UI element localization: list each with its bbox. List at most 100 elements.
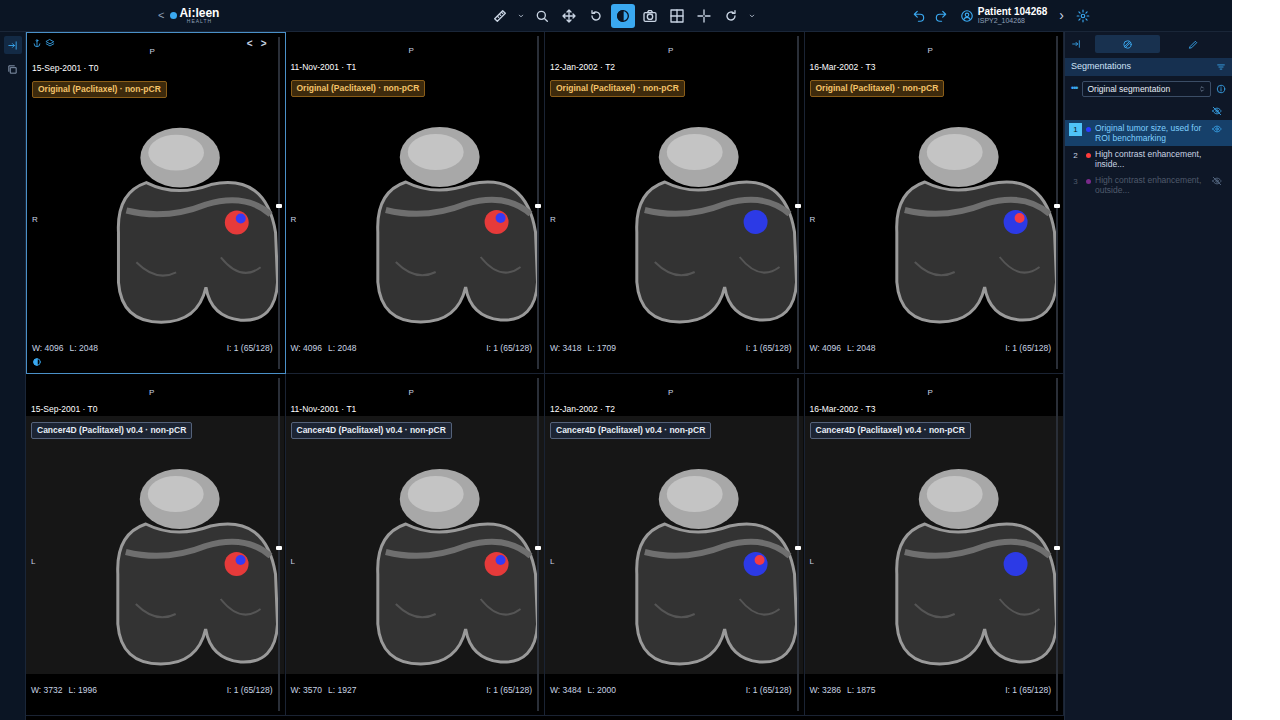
viewport-date: 12-Jan-2002 · T2 xyxy=(550,62,615,72)
segmentation-region xyxy=(495,213,505,223)
layers-icon[interactable] xyxy=(45,38,55,48)
tumor-segmentation xyxy=(225,210,249,234)
slice-handle[interactable] xyxy=(795,546,801,550)
viewport[interactable]: P15-Sep-2001 · T0Cancer4D (Paclitaxel) v… xyxy=(26,374,286,716)
viewer-app: <Ai:leenHEALTHPatient 104268ISPY2_104268… xyxy=(0,0,1232,720)
segmentation-dropdown[interactable]: Original segmentation xyxy=(1082,81,1211,97)
slice-scrollbar[interactable] xyxy=(278,378,280,711)
left-rail xyxy=(0,32,26,720)
orientation-side: L xyxy=(810,556,814,568)
slice-handle[interactable] xyxy=(276,204,282,208)
tool-button[interactable] xyxy=(488,4,512,28)
hide-all-eye-off-icon[interactable] xyxy=(1212,106,1222,116)
tool-button[interactable] xyxy=(719,4,743,28)
tool-button[interactable] xyxy=(557,4,581,28)
viewport[interactable]: <>P15-Sep-2001 · T0Original (Paclitaxel)… xyxy=(26,32,286,374)
tool-button[interactable] xyxy=(515,4,527,28)
tool-button[interactable] xyxy=(584,4,608,28)
window-level: L: 2000 xyxy=(588,684,616,697)
rail-button[interactable] xyxy=(4,60,22,78)
window-level: L: 2048 xyxy=(70,342,98,355)
slice-scrollbar[interactable] xyxy=(797,36,799,369)
viewport-date: 15-Sep-2001 · T0 xyxy=(31,404,97,414)
segmentation-region xyxy=(225,552,249,576)
segment-number: 3 xyxy=(1069,175,1082,188)
viewport[interactable]: P12-Jan-2002 · T2Cancer4D (Paclitaxel) v… xyxy=(545,374,805,716)
segment-color-dot xyxy=(1086,179,1091,184)
slice-handle[interactable] xyxy=(1054,204,1060,208)
tool-button[interactable] xyxy=(746,4,758,28)
slice-scrollbar[interactable] xyxy=(1056,36,1058,369)
segmentations-header: Segmentations xyxy=(1065,58,1232,76)
undo-button[interactable] xyxy=(912,9,926,23)
slice-scrollbar[interactable] xyxy=(1056,378,1058,711)
viewport[interactable]: P16-Mar-2002 · T3Cancer4D (Paclitaxel) v… xyxy=(805,374,1065,716)
nav-button[interactable]: > xyxy=(261,36,267,51)
crosshair-icon xyxy=(696,8,712,24)
tool-button[interactable] xyxy=(692,4,716,28)
info-icon[interactable] xyxy=(1216,84,1226,94)
section-title: Segmentations xyxy=(1071,60,1131,74)
segment-row[interactable]: 1Original tumor size, used for ROI bench… xyxy=(1065,120,1232,146)
slice-scrollbar[interactable] xyxy=(278,37,280,369)
panel-tab[interactable] xyxy=(1095,35,1160,53)
viewport[interactable]: P12-Jan-2002 · T2Original (Paclitaxel) ·… xyxy=(545,32,805,374)
segment-row[interactable]: 3High contrast enhancement, outside... xyxy=(1065,172,1232,198)
slice-handle[interactable] xyxy=(795,204,801,208)
redo-icon xyxy=(934,9,948,23)
segmentation-region xyxy=(1014,213,1024,223)
segmentation-region xyxy=(744,552,768,576)
window-width: W: 3484 xyxy=(550,684,582,697)
redo-button[interactable] xyxy=(934,9,948,23)
segmentation-region xyxy=(236,213,246,223)
orientation-side: L xyxy=(31,556,35,568)
visibility-toggle[interactable] xyxy=(1212,150,1222,160)
slice-handle[interactable] xyxy=(535,204,541,208)
slice-handle[interactable] xyxy=(535,546,541,550)
slice-scrollbar[interactable] xyxy=(537,378,539,711)
tumor-segmentation xyxy=(225,552,249,576)
segmentation-region xyxy=(495,555,505,565)
panel-tab[interactable] xyxy=(1162,35,1227,53)
slice-scrollbar[interactable] xyxy=(537,36,539,369)
visibility-toggle[interactable] xyxy=(1212,124,1222,134)
segmentation-region xyxy=(744,210,768,234)
top-bar: <Ai:leenHEALTHPatient 104268ISPY2_104268… xyxy=(0,0,1232,32)
visibility-toggle[interactable] xyxy=(1212,176,1222,186)
segmentation-region xyxy=(484,210,508,234)
more-menu-button[interactable]: ••• xyxy=(1071,82,1077,96)
anchor-icon[interactable] xyxy=(32,38,42,48)
window-width: W: 4096 xyxy=(810,342,842,355)
patient-info[interactable]: Patient 104268ISPY2_104268 xyxy=(960,6,1048,25)
next-patient-button[interactable]: › xyxy=(1055,5,1068,26)
slice-handle[interactable] xyxy=(276,546,282,550)
viewport[interactable]: P11-Nov-2001 · T1Cancer4D (Paclitaxel) v… xyxy=(286,374,546,716)
orientation-top: P xyxy=(928,388,933,397)
tool-button[interactable] xyxy=(530,4,554,28)
nav-button[interactable]: < xyxy=(247,36,253,51)
viewport[interactable]: P16-Mar-2002 · T3Original (Paclitaxel) ·… xyxy=(805,32,1065,374)
back-button[interactable]: < xyxy=(158,7,164,24)
window-level: L: 1927 xyxy=(328,684,356,697)
tool-button[interactable] xyxy=(638,4,662,28)
tool-button[interactable] xyxy=(611,4,635,28)
orientation-top: P xyxy=(149,388,154,397)
filter-icon[interactable] xyxy=(1216,62,1226,72)
model-badge: Original (Paclitaxel) · non-pCR xyxy=(810,80,945,97)
slice-handle[interactable] xyxy=(1054,546,1060,550)
slice-scrollbar[interactable] xyxy=(797,378,799,711)
viewport-date: 12-Jan-2002 · T2 xyxy=(550,404,615,414)
orientation-side: R xyxy=(291,214,297,226)
contrast-icon[interactable] xyxy=(32,357,42,367)
collapse-icon[interactable] xyxy=(1071,39,1081,49)
collapse-icon xyxy=(7,40,18,51)
settings-button[interactable] xyxy=(1076,9,1090,23)
tool-button[interactable] xyxy=(665,4,689,28)
side-panel: Segmentations ••• Original segmentation 1Or… xyxy=(1064,32,1232,720)
rail-button[interactable] xyxy=(4,36,22,54)
segment-color-dot xyxy=(1086,153,1091,158)
segmentation-region xyxy=(236,555,246,565)
viewport[interactable]: P11-Nov-2001 · T1Original (Paclitaxel) ·… xyxy=(286,32,546,374)
segment-row[interactable]: 2High contrast enhancement, inside... xyxy=(1065,146,1232,172)
window-width: W: 4096 xyxy=(291,342,323,355)
